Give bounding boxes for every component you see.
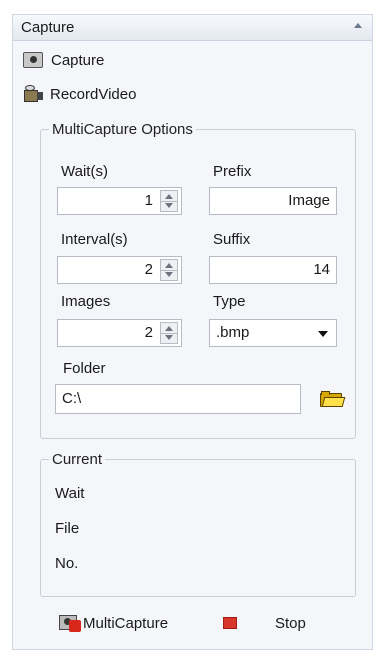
suffix-value: 14 [313,261,330,278]
multicapture-button[interactable]: MultiCapture [59,612,168,634]
capture-action[interactable]: Capture [23,49,104,71]
prefix-input[interactable]: Image [209,187,337,215]
current-group: Current [40,451,356,597]
images-spin-buttons[interactable] [160,322,178,344]
current-file-label: File [55,520,80,537]
images-label: Images [61,293,111,310]
interval-spinner[interactable]: 2 [57,256,182,284]
record-video-label: RecordVideo [50,85,137,103]
current-wait-label: Wait [55,485,85,502]
camera-icon [23,52,43,68]
type-select[interactable]: .bmp [209,319,337,347]
folder-icon[interactable] [320,391,346,407]
stop-button[interactable]: Stop [223,612,306,634]
folder-input[interactable]: C:\ [55,384,301,414]
stop-icon [223,617,237,629]
suffix-label: Suffix [213,231,251,248]
panel-title: Capture [21,19,75,36]
wait-value: 1 [144,192,153,209]
panel-header[interactable]: Capture [13,15,372,41]
folder-label: Folder [63,360,106,377]
video-camera-icon [22,85,44,103]
multicapture-options-legend: MultiCapture Options [52,121,193,138]
suffix-input[interactable]: 14 [209,256,337,284]
capture-label: Capture [51,51,105,69]
interval-label: Interval(s) [61,231,128,248]
wait-spin-buttons[interactable] [160,190,178,212]
chevron-down-icon[interactable] [318,331,328,337]
type-label: Type [213,293,246,310]
folder-value: C:\ [62,390,82,407]
interval-spin-buttons[interactable] [160,259,178,281]
interval-value: 2 [144,261,153,278]
prefix-label: Prefix [213,163,252,180]
current-no-label: No. [55,555,79,572]
wait-spinner[interactable]: 1 [57,187,182,215]
multicapture-icon [59,614,81,632]
collapse-chevron-icon[interactable] [354,23,362,28]
multicapture-label: MultiCapture [83,614,169,632]
stop-label: Stop [275,614,306,632]
images-value: 2 [144,324,153,341]
current-legend: Current [52,451,103,468]
capture-panel: Capture Capture RecordVideo MultiCapture… [12,14,373,650]
record-video-action[interactable]: RecordVideo [22,83,136,105]
wait-label: Wait(s) [61,163,108,180]
prefix-value: Image [288,192,330,209]
type-value: .bmp [216,324,250,341]
images-spinner[interactable]: 2 [57,319,182,347]
